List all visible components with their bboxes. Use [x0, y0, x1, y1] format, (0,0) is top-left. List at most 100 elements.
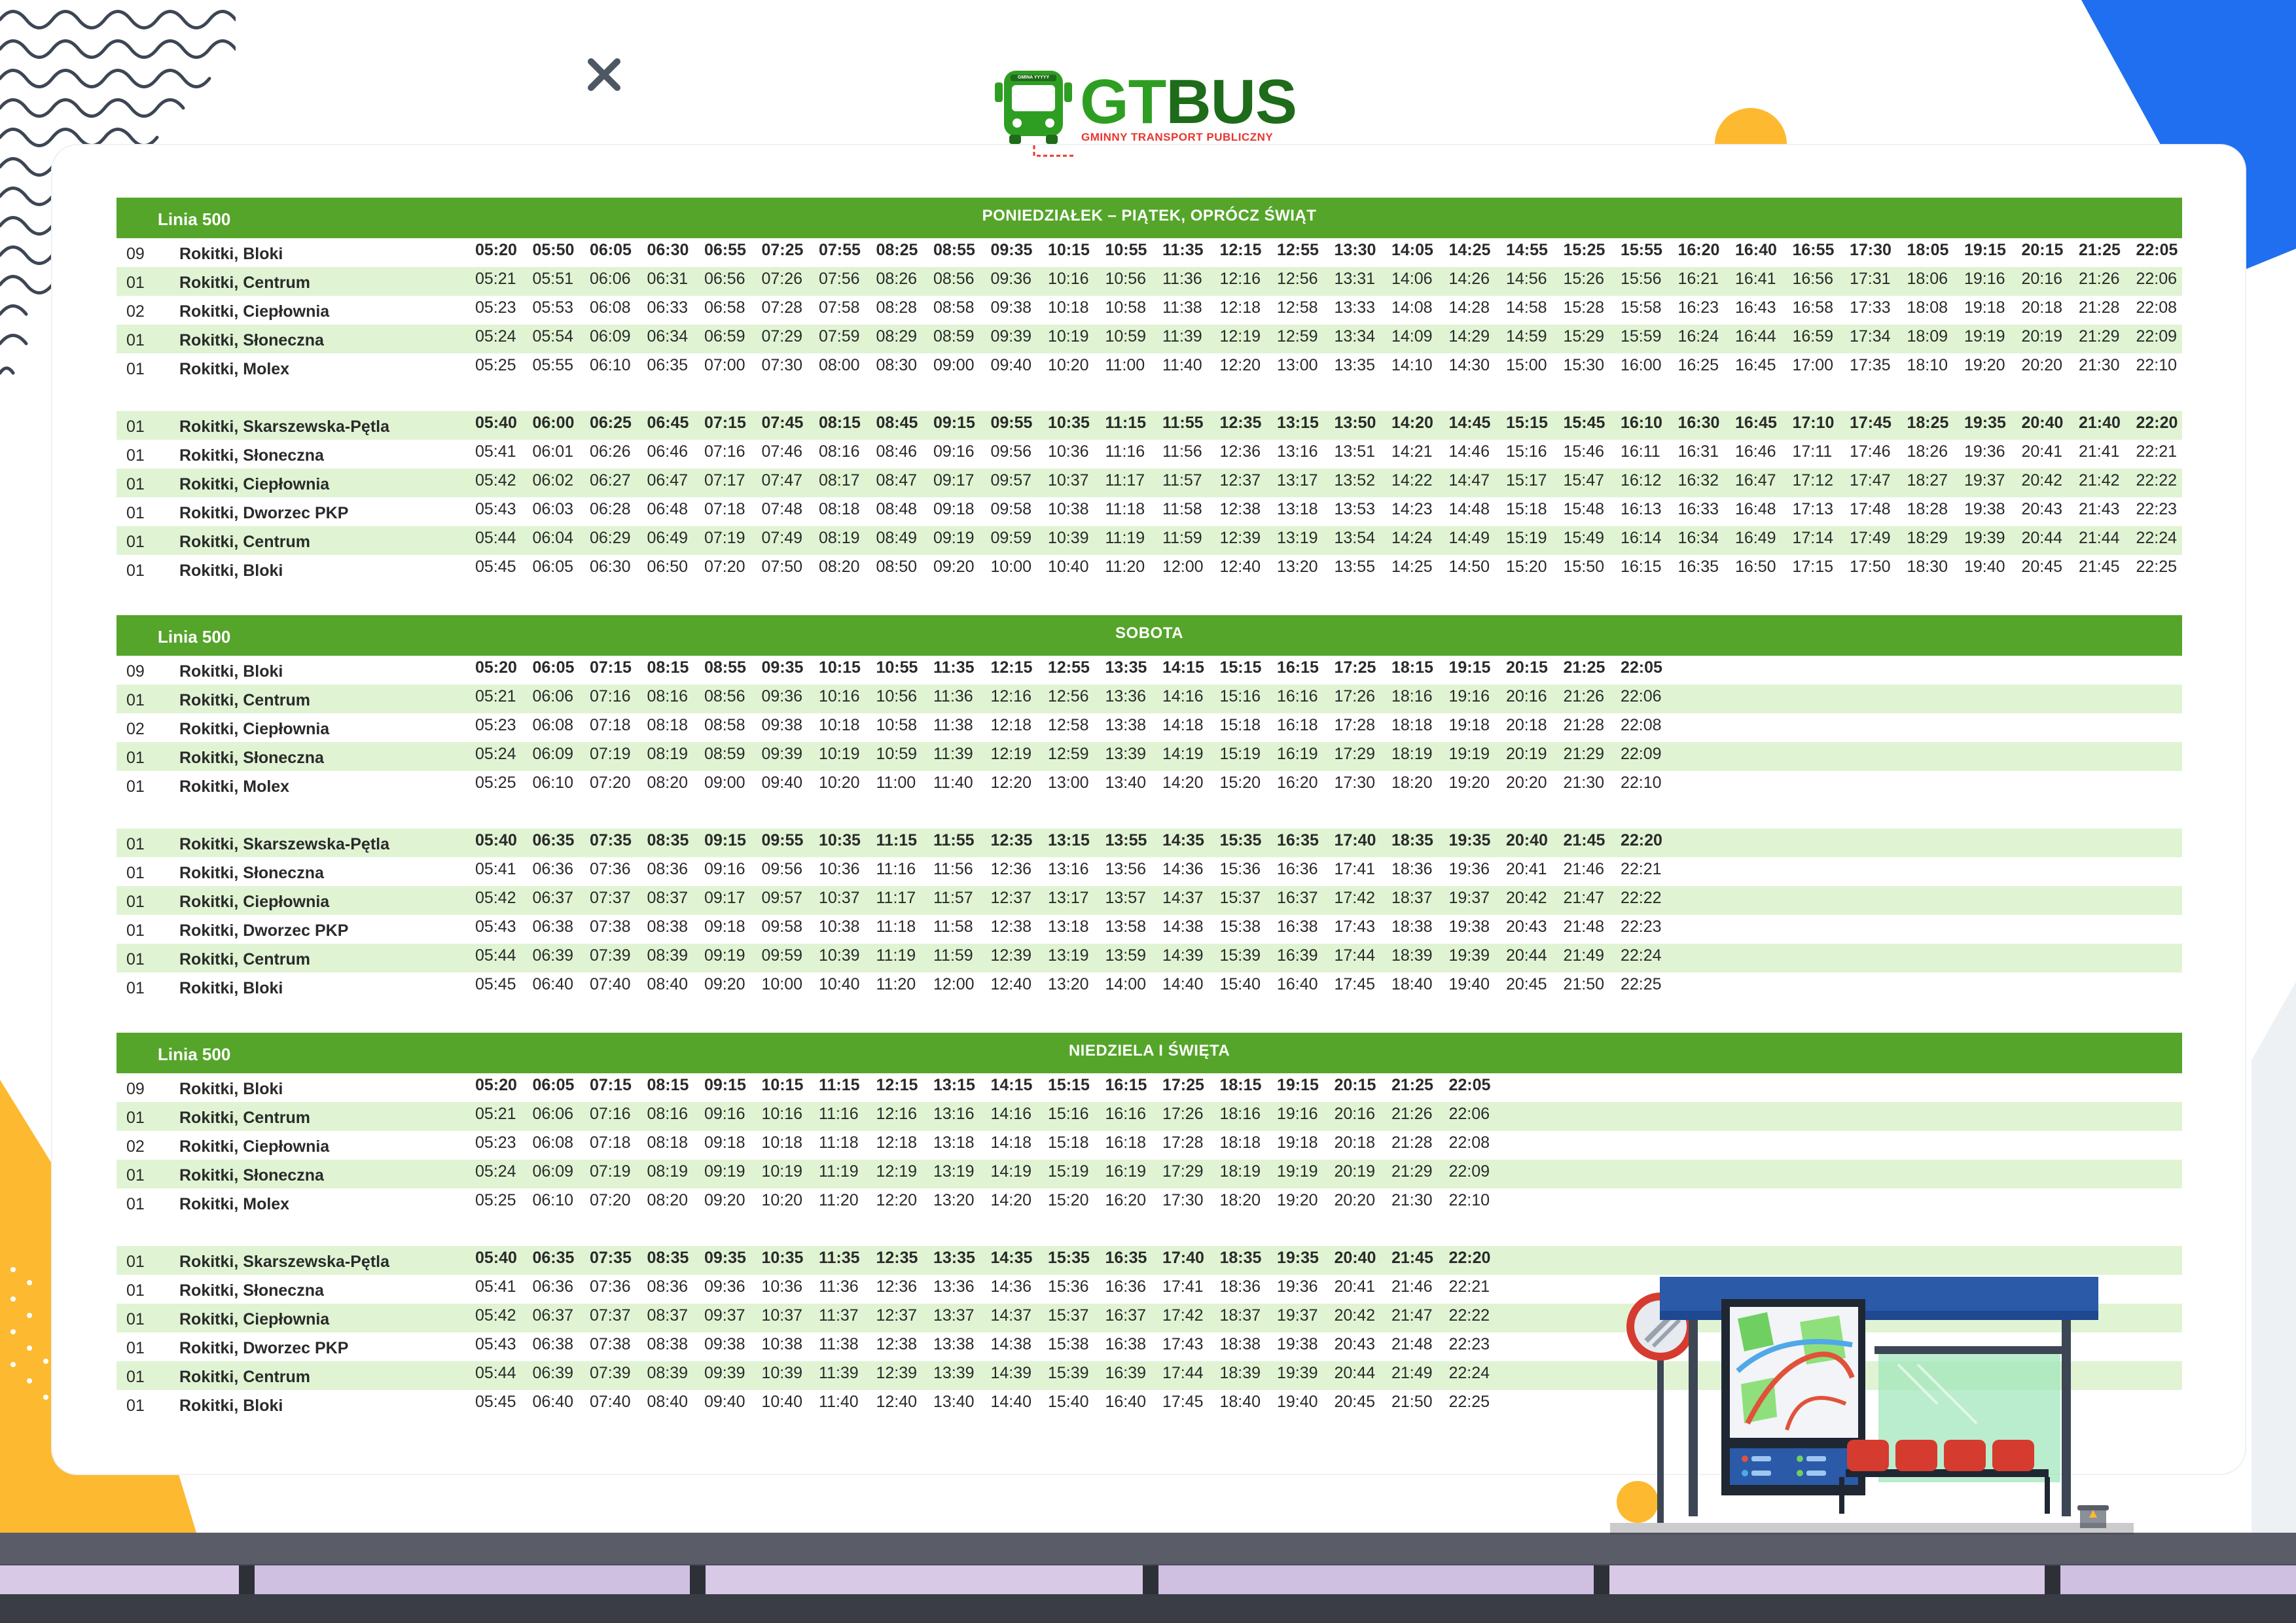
departure-time: 22:25 — [2136, 558, 2178, 576]
departure-time: 17:31 — [1850, 270, 1891, 288]
departure-time: 11:39 — [1162, 327, 1202, 346]
departure-time: 06:36 — [532, 860, 574, 878]
departure-time: 06:06 — [590, 270, 631, 288]
departure-time: 09:15 — [704, 831, 746, 849]
departure-time: 11:55 — [933, 831, 975, 849]
departure-time: 20:19 — [2021, 327, 2063, 346]
departure-time: 05:23 — [475, 1133, 516, 1152]
row-number: 01 — [126, 921, 145, 940]
departure-time: 13:58 — [1105, 918, 1147, 936]
departure-time: 07:37 — [590, 889, 631, 907]
departure-time: 22:10 — [1448, 1191, 1490, 1209]
departure-time: 08:40 — [647, 975, 689, 993]
departure-time: 14:19 — [990, 1162, 1032, 1181]
row-number: 01 — [126, 777, 145, 796]
departure-time: 17:48 — [1850, 500, 1891, 518]
departure-time: 17:13 — [1792, 500, 1834, 518]
departure-time: 09:15 — [704, 1076, 746, 1094]
departure-time: 12:39 — [876, 1364, 918, 1382]
departure-time: 12:18 — [876, 1133, 918, 1152]
departure-time: 12:40 — [1219, 558, 1261, 576]
departure-time: 15:48 — [1563, 500, 1605, 518]
departure-time: 16:19 — [1277, 745, 1318, 763]
departure-time: 15:50 — [1563, 558, 1605, 576]
departure-time: 16:37 — [1277, 889, 1318, 907]
departure-time: 21:46 — [1391, 1277, 1433, 1296]
departure-time: 16:34 — [1677, 529, 1719, 547]
departure-time: 10:38 — [819, 918, 860, 936]
departure-time: 17:00 — [1792, 356, 1834, 374]
departure-time: 15:39 — [1048, 1364, 1089, 1382]
departure-time: 10:15 — [761, 1076, 804, 1094]
departure-time: 09:40 — [704, 1393, 745, 1411]
departure-time: 21:45 — [2079, 558, 2120, 576]
departure-time: 10:55 — [876, 658, 918, 677]
departure-time: 16:33 — [1677, 500, 1719, 518]
row-number: 01 — [126, 691, 145, 709]
departure-time: 08:56 — [933, 270, 975, 288]
departure-time: 21:28 — [1391, 1133, 1433, 1152]
stop-name: Rokitki, Dworzec PKP — [179, 1339, 349, 1357]
row-number: 01 — [126, 274, 145, 292]
departure-time: 12:40 — [876, 1393, 918, 1411]
departure-time: 18:10 — [1907, 356, 1948, 374]
curb-segment — [255, 1565, 690, 1594]
departure-time: 16:18 — [1277, 716, 1318, 734]
departure-time: 12:20 — [1219, 356, 1261, 374]
departure-time: 14:36 — [1162, 860, 1204, 878]
departure-time: 17:25 — [1334, 658, 1376, 677]
departure-time: 11:40 — [819, 1393, 859, 1411]
departure-time: 14:28 — [1448, 298, 1490, 317]
departure-time: 10:36 — [761, 1277, 803, 1296]
curb-gap — [1594, 1565, 1609, 1594]
departure-time: 20:16 — [1506, 687, 1547, 705]
section-header: Linia 500 PONIEDZIAŁEK – PIĄTEK, OPRÓCZ Ś… — [117, 198, 2182, 238]
departure-time: 06:06 — [532, 1105, 574, 1123]
departure-time: 13:17 — [1048, 889, 1089, 907]
departure-time: 16:10 — [1621, 414, 1662, 432]
departure-time: 19:18 — [1277, 1133, 1318, 1152]
departure-time: 07:35 — [590, 1249, 632, 1267]
departure-time: 06:40 — [532, 975, 574, 993]
departure-time: 22:21 — [1448, 1277, 1490, 1296]
departure-time: 14:36 — [990, 1277, 1032, 1296]
stop-name: Rokitki, Słoneczna — [179, 1166, 324, 1185]
departure-time: 09:37 — [704, 1306, 745, 1325]
departure-time: 12:15 — [990, 658, 1033, 677]
departure-time: 19:18 — [1964, 298, 2005, 317]
stop-name: Rokitki, Skarszewska-Pętla — [179, 1253, 389, 1271]
departure-time: 16:41 — [1735, 270, 1776, 288]
departure-time: 12:20 — [990, 774, 1032, 792]
departure-time: 19:16 — [1964, 270, 2005, 288]
departure-time: 22:24 — [1448, 1364, 1490, 1382]
departure-time: 09:00 — [933, 356, 975, 374]
departure-time: 15:19 — [1219, 745, 1261, 763]
departure-time: 16:39 — [1277, 946, 1318, 965]
departure-time: 15:37 — [1048, 1306, 1089, 1325]
departure-time: 15:37 — [1219, 889, 1261, 907]
departure-time: 20:45 — [2021, 558, 2063, 576]
departure-time: 05:43 — [475, 918, 516, 936]
stop-name: Rokitki, Bloki — [179, 1080, 283, 1098]
departure-time: 15:18 — [1506, 500, 1547, 518]
departure-time: 17:28 — [1162, 1133, 1204, 1152]
departure-time: 05:42 — [475, 889, 516, 907]
table-row: 01 Rokitki, Centrum 05:44 06:39 07:39 08:39 09… — [117, 944, 2182, 972]
departure-time: 10:37 — [819, 889, 860, 907]
departure-time: 22:10 — [1621, 774, 1662, 792]
departure-time: 18:38 — [1391, 918, 1433, 936]
departure-time: 06:09 — [532, 1162, 574, 1181]
departure-time: 21:44 — [2079, 529, 2120, 547]
departure-time: 06:05 — [532, 1076, 575, 1094]
departure-time: 13:16 — [1277, 442, 1318, 461]
departure-time: 06:48 — [647, 500, 689, 518]
departure-time: 06:05 — [590, 241, 632, 259]
departure-time: 22:21 — [1621, 860, 1662, 878]
departure-time: 06:26 — [590, 442, 631, 461]
table-row: 02 Rokitki, Ciepłownia 05:23 05:53 06:08 06:3… — [117, 296, 2182, 325]
departure-time: 17:15 — [1792, 558, 1834, 576]
stop-name: Rokitki, Słoneczna — [179, 749, 324, 767]
departure-time: 06:25 — [590, 414, 632, 432]
close-icon[interactable] — [586, 56, 622, 93]
